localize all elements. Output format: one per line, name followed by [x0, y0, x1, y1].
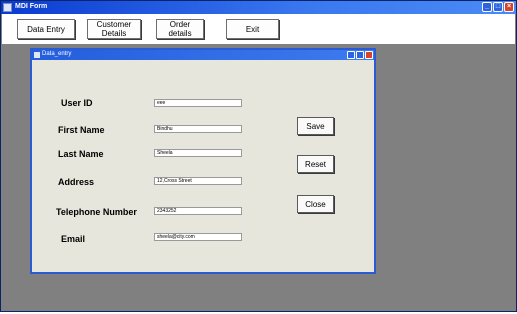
exit-button[interactable]: Exit — [226, 19, 279, 39]
first-name-field[interactable]: Bindhu — [154, 125, 242, 133]
save-button[interactable]: Save — [297, 117, 334, 135]
mdi-titlebar: MDI Form _ □ × — [1, 1, 516, 14]
window-title: MDI Form — [15, 3, 48, 10]
form-body: User ID eee First Name Bindhu Last Name … — [32, 60, 374, 272]
app-icon — [3, 3, 12, 12]
data-entry-button[interactable]: Data Entry — [17, 19, 75, 39]
telephone-label: Telephone Number — [56, 207, 137, 217]
address-field[interactable]: 12,Cross Street — [154, 177, 242, 185]
reset-button[interactable]: Reset — [297, 155, 334, 173]
minimize-icon[interactable]: _ — [482, 2, 492, 12]
customer-details-button[interactable]: Customer Details — [87, 19, 141, 39]
child-title: Data_entry — [42, 51, 72, 57]
data-entry-window: Data_entry User ID eee First Name Bindhu… — [30, 48, 376, 274]
last-name-label: Last Name — [58, 149, 104, 159]
close-button[interactable]: Close — [297, 195, 334, 213]
first-name-label: First Name — [58, 125, 105, 135]
address-label: Address — [58, 177, 95, 187]
email-field[interactable]: sheela@city.com — [154, 233, 242, 241]
child-maximize-icon[interactable] — [356, 51, 364, 59]
close-icon[interactable]: × — [504, 2, 514, 12]
child-titlebar: Data_entry — [32, 50, 374, 60]
last-name-field[interactable]: Sheela — [154, 149, 242, 157]
child-close-icon[interactable] — [365, 51, 373, 59]
child-minimize-icon[interactable] — [347, 51, 355, 59]
mdi-window: MDI Form _ □ × Data Entry Customer Detai… — [0, 0, 517, 312]
email-label: Email — [61, 234, 86, 244]
maximize-icon[interactable]: □ — [493, 2, 503, 12]
caption-buttons: _ □ × — [482, 2, 514, 12]
child-app-icon — [34, 52, 40, 58]
telephone-field[interactable]: 2343252 — [154, 207, 242, 215]
child-caption-buttons — [347, 51, 373, 59]
order-details-button[interactable]: Order details — [156, 19, 204, 39]
toolbar: Data Entry Customer Details Order detail… — [2, 14, 515, 44]
user-id-label: User ID — [61, 98, 93, 108]
user-id-field[interactable]: eee — [154, 99, 242, 107]
